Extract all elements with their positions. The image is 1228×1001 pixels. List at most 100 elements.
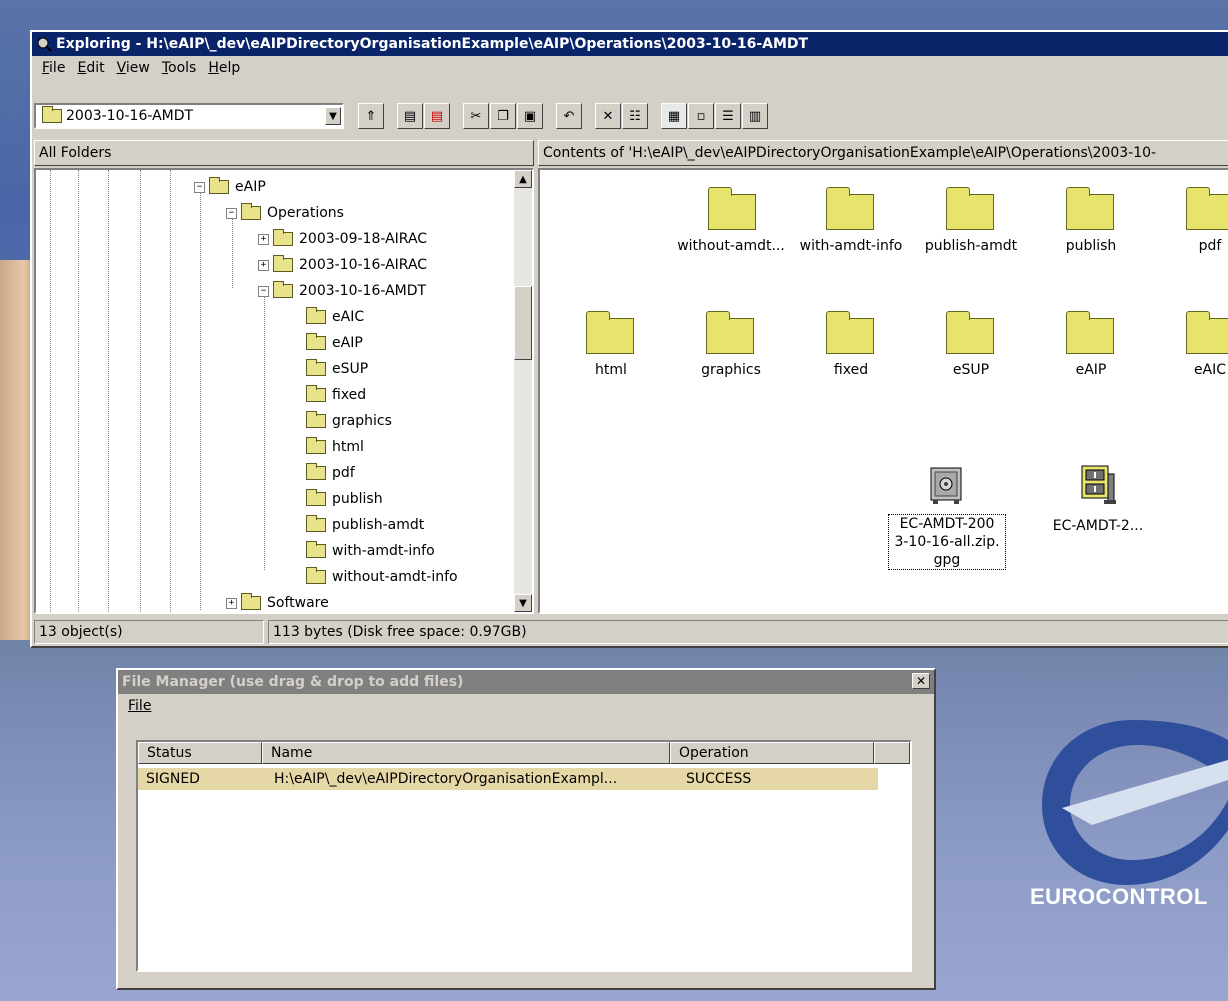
- folder-tree-pane[interactable]: − eAIP − Operations + 2003-09-18-AIRAC +…: [34, 168, 534, 614]
- details-view-button[interactable]: ▥: [742, 103, 768, 129]
- column-name[interactable]: Name: [262, 742, 670, 764]
- row-status: SIGNED: [146, 771, 200, 787]
- large-icons-button[interactable]: ▦: [661, 103, 687, 129]
- small-icons-button[interactable]: ▫: [688, 103, 714, 129]
- folder-icon: [306, 463, 326, 480]
- menu-tools[interactable]: Tools: [162, 60, 197, 76]
- file-manager-menubar: File: [118, 694, 934, 718]
- delete-button[interactable]: ✕: [595, 103, 621, 129]
- disconnect-drive-button[interactable]: ▤: [424, 103, 450, 129]
- folder-item-eaip[interactable]: eAIP: [1036, 308, 1146, 388]
- tree-node-eaip[interactable]: − eAIP: [194, 174, 266, 200]
- file-manager-title: File Manager (use drag & drop to add fil…: [122, 674, 464, 690]
- folder-item-fixed[interactable]: fixed: [796, 308, 906, 388]
- tree-node-operations[interactable]: − Operations: [226, 200, 344, 226]
- folder-item-graphics[interactable]: graphics: [676, 308, 786, 388]
- address-dropdown-button[interactable]: ▼: [325, 107, 341, 125]
- column-operation[interactable]: Operation: [670, 742, 874, 764]
- folder-icon: [306, 567, 326, 584]
- paste-button[interactable]: ▣: [517, 103, 543, 129]
- eurocontrol-wordmark: EUROCONTROL: [1030, 884, 1208, 909]
- tree-node-with-amdt-info[interactable]: with-amdt-info: [306, 538, 435, 564]
- all-folders-header: All Folders: [34, 140, 534, 166]
- expand-icon[interactable]: +: [226, 597, 237, 609]
- scroll-up-button[interactable]: ▲: [514, 170, 532, 188]
- undo-button[interactable]: ↶: [556, 103, 582, 129]
- folder-icon: [586, 311, 634, 354]
- folder-item-html[interactable]: html: [556, 308, 666, 388]
- folder-item-publish-amdt[interactable]: publish-amdt: [916, 184, 1026, 264]
- column-status[interactable]: Status: [138, 742, 262, 764]
- file-manager-titlebar[interactable]: File Manager (use drag & drop to add fil…: [118, 670, 934, 694]
- folder-icon: [209, 177, 229, 194]
- collapse-icon[interactable]: −: [226, 207, 237, 219]
- collapse-icon[interactable]: −: [258, 285, 269, 297]
- scroll-thumb[interactable]: [514, 286, 532, 360]
- folder-icon: [306, 411, 326, 428]
- tree-node-eaip-sub[interactable]: eAIP: [306, 330, 363, 356]
- contents-header: Contents of 'H:\eAIP\_dev\eAIPDirectoryO…: [538, 140, 1228, 166]
- tree-node-without-amdt-info[interactable]: without-amdt-info: [306, 564, 458, 590]
- folder-item-esup[interactable]: eSUP: [916, 308, 1026, 388]
- menu-help[interactable]: Help: [208, 60, 240, 76]
- folder-item-with-amdt-info[interactable]: with-amdt-info: [796, 184, 906, 264]
- tree-scrollbar[interactable]: ▲ ▼: [514, 170, 532, 612]
- tree-node-pdf[interactable]: pdf: [306, 460, 355, 486]
- address-combo[interactable]: 2003-10-16-AMDT ▼: [34, 103, 344, 129]
- tree-node-2003-10-16-amdt[interactable]: − 2003-10-16-AMDT: [258, 278, 426, 304]
- folder-icon: [946, 187, 994, 230]
- tree-node-software[interactable]: + Software: [226, 590, 329, 612]
- small-icons-icon: ▫: [696, 108, 706, 124]
- tree-node-publish-amdt[interactable]: publish-amdt: [306, 512, 424, 538]
- up-folder-icon: ⇑: [365, 108, 377, 124]
- explorer-window: Exploring - H:\eAIP\_dev\eAIPDirectoryOr…: [30, 30, 1228, 648]
- row-name: H:\eAIP\_dev\eAIPDirectoryOrganisationEx…: [274, 771, 618, 787]
- folder-icon: [306, 307, 326, 324]
- file-list[interactable]: Status Name Operation SIGNED H:\eAIP\_de…: [136, 740, 912, 972]
- tree-node-2003-09-18-airac[interactable]: + 2003-09-18-AIRAC: [258, 226, 427, 252]
- tree-node-graphics[interactable]: graphics: [306, 408, 392, 434]
- tree-node-html[interactable]: html: [306, 434, 364, 460]
- tree-node-2003-10-16-airac[interactable]: + 2003-10-16-AIRAC: [258, 252, 427, 278]
- open-folder-icon: [42, 106, 62, 123]
- folder-item-without-amdt[interactable]: without-amdt...: [676, 184, 786, 264]
- file-item-gpg[interactable]: EC-AMDT-200 3-10-16-all.zip. gpg: [886, 464, 1006, 604]
- tree-node-eaic[interactable]: eAIC: [306, 304, 364, 330]
- explorer-menubar: File Edit View Tools Help: [32, 56, 1228, 80]
- tree-node-publish[interactable]: publish: [306, 486, 383, 512]
- map-drive-button[interactable]: ▤: [397, 103, 423, 129]
- folder-icon: [306, 489, 326, 506]
- copy-button[interactable]: ❐: [490, 103, 516, 129]
- list-view-button[interactable]: ☰: [715, 103, 741, 129]
- menu-view[interactable]: View: [117, 60, 150, 76]
- folder-item-publish[interactable]: publish: [1036, 184, 1146, 264]
- menu-file[interactable]: File: [42, 60, 65, 76]
- menu-edit[interactable]: Edit: [77, 60, 104, 76]
- details-icon: ▥: [748, 108, 762, 124]
- scroll-down-button[interactable]: ▼: [514, 594, 532, 612]
- up-one-level-button[interactable]: ⇑: [358, 103, 384, 129]
- contents-pane[interactable]: without-amdt... with-amdt-info publish-a…: [538, 168, 1228, 614]
- folder-icon: [826, 311, 874, 354]
- copy-icon: ❐: [497, 108, 509, 124]
- collapse-icon[interactable]: −: [194, 181, 205, 193]
- expand-icon[interactable]: +: [258, 259, 269, 271]
- expand-icon[interactable]: +: [258, 233, 269, 245]
- folder-icon: [306, 359, 326, 376]
- close-icon: ✕: [915, 674, 927, 688]
- explorer-title: Exploring - H:\eAIP\_dev\eAIPDirectoryOr…: [56, 36, 809, 52]
- folder-icon: [826, 187, 874, 230]
- folder-icon: [306, 437, 326, 454]
- table-row[interactable]: SIGNED H:\eAIP\_dev\eAIPDirectoryOrganis…: [138, 768, 878, 790]
- folder-icon: [241, 203, 261, 220]
- file-item-zip[interactable]: EC-AMDT-2...: [1038, 460, 1158, 550]
- folder-item-pdf[interactable]: pdf: [1156, 184, 1228, 264]
- properties-button[interactable]: ☷: [622, 103, 648, 129]
- folder-item-eaic[interactable]: eAIC: [1156, 308, 1228, 388]
- tree-node-esup[interactable]: eSUP: [306, 356, 368, 382]
- explorer-titlebar[interactable]: Exploring - H:\eAIP\_dev\eAIPDirectoryOr…: [32, 32, 1228, 56]
- cut-button[interactable]: ✂: [463, 103, 489, 129]
- tree-node-fixed[interactable]: fixed: [306, 382, 366, 408]
- close-button[interactable]: ✕: [912, 673, 930, 689]
- menu-file[interactable]: File: [128, 698, 151, 714]
